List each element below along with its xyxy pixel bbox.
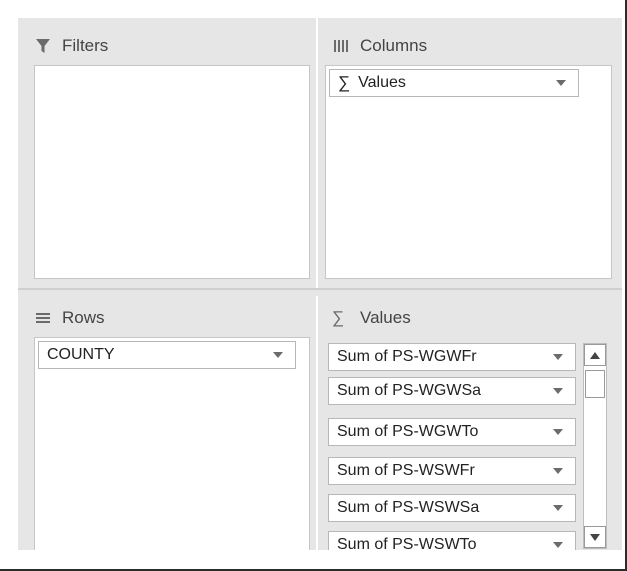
values-field-item[interactable]: Sum of PS-WSWSa — [328, 494, 576, 522]
columns-header: Columns — [332, 35, 427, 57]
columns-icon — [332, 37, 350, 55]
values-field-label: Sum of PS-WGWFr — [337, 348, 477, 365]
values-area: ∑ Values Sum of PS-WGWFr Sum of PS-WGWSa… — [318, 294, 622, 550]
columns-values-label: Values — [358, 74, 406, 91]
area-divider-horizontal[interactable] — [18, 288, 622, 296]
values-header: ∑ Values — [332, 307, 411, 329]
filters-title: Filters — [62, 36, 109, 55]
values-field-item[interactable]: Sum of PS-WGWTo — [328, 418, 576, 446]
values-field-label: Sum of PS-WSWFr — [337, 462, 475, 479]
chevron-down-icon[interactable] — [556, 80, 566, 86]
rows-title: Rows — [62, 308, 105, 327]
scroll-up-icon — [590, 351, 600, 359]
rows-county-label: COUNTY — [47, 346, 115, 363]
filters-header: Filters — [34, 35, 108, 57]
filters-drop-zone[interactable] — [34, 65, 310, 279]
columns-values-field[interactable]: ∑ Values — [329, 69, 579, 97]
values-scrollbar[interactable] — [583, 343, 607, 549]
values-field-label: Sum of PS-WGWSa — [337, 382, 482, 399]
columns-area: Columns ∑ Values — [318, 18, 622, 288]
chevron-down-icon[interactable] — [553, 354, 563, 360]
filter-icon — [34, 37, 52, 55]
chevron-down-icon[interactable] — [273, 352, 283, 358]
rows-county-field[interactable]: COUNTY — [38, 341, 296, 369]
values-field-item[interactable]: Sum of PS-WSWFr — [328, 457, 576, 485]
columns-drop-zone[interactable]: ∑ Values — [325, 65, 612, 279]
scroll-up-button[interactable] — [584, 344, 606, 366]
values-field-item[interactable]: Sum of PS-WGWFr — [328, 343, 576, 371]
chevron-down-icon[interactable] — [553, 505, 563, 511]
values-field-item[interactable]: Sum of PS-WGWSa — [328, 377, 576, 405]
filters-area: Filters — [18, 18, 316, 288]
columns-title: Columns — [360, 36, 428, 55]
area-divider-vertical — [316, 18, 318, 550]
chevron-down-icon[interactable] — [553, 429, 563, 435]
rows-header: Rows — [34, 307, 105, 329]
chevron-down-icon[interactable] — [553, 542, 563, 548]
pivot-field-areas: Filters Columns ∑ Values Rows COUNTY ∑ V… — [0, 0, 627, 571]
values-title: Values — [360, 308, 411, 327]
chevron-down-icon[interactable] — [553, 388, 563, 394]
values-field-item[interactable]: Sum of PS-WSWTo — [328, 531, 576, 550]
rows-drop-zone[interactable]: COUNTY — [34, 337, 310, 550]
sigma-icon: ∑ — [338, 73, 351, 92]
scroll-thumb[interactable] — [585, 370, 605, 398]
scroll-down-icon — [590, 533, 600, 541]
rows-area: Rows COUNTY — [18, 294, 316, 550]
chevron-down-icon[interactable] — [553, 468, 563, 474]
values-field-label: Sum of PS-WGWTo — [337, 423, 479, 440]
values-field-label: Sum of PS-WSWSa — [337, 499, 480, 516]
values-drop-zone[interactable]: Sum of PS-WGWFr Sum of PS-WGWSa Sum of P… — [325, 337, 610, 550]
rows-icon — [34, 309, 52, 327]
values-field-label: Sum of PS-WSWTo — [337, 536, 477, 550]
sigma-icon: ∑ — [332, 308, 345, 327]
scroll-down-button[interactable] — [584, 526, 606, 548]
